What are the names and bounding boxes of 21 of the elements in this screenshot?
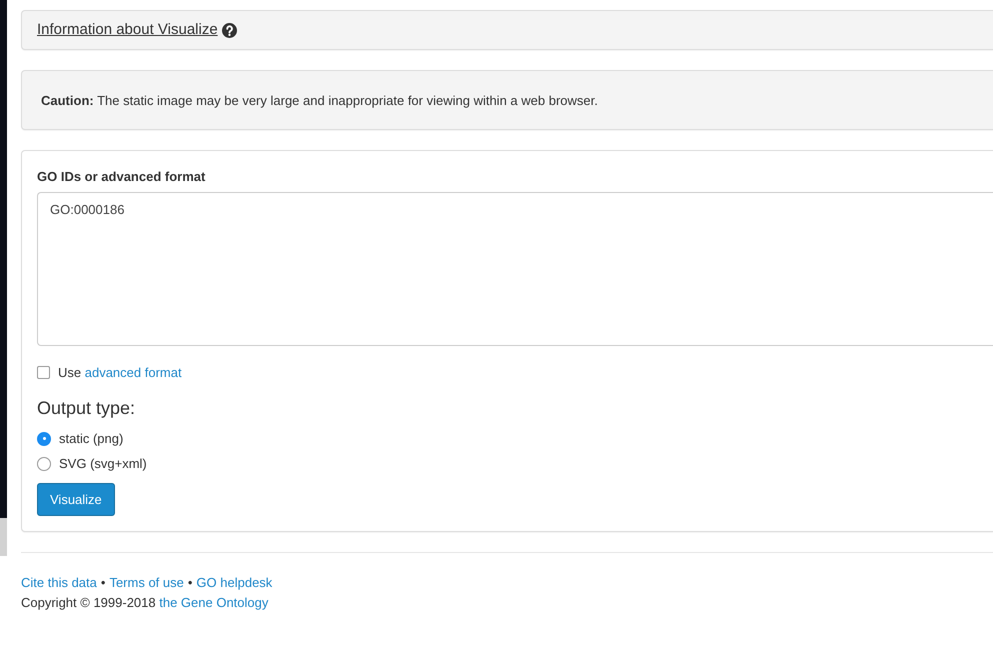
advanced-format-link[interactable]: advanced format [84, 364, 182, 380]
bullet-separator: • [188, 574, 192, 592]
footer-link[interactable]: GO helpdesk [196, 573, 272, 593]
radio-button[interactable] [37, 456, 51, 470]
option-label: SVG (svg+xml) [59, 456, 147, 471]
footer-link[interactable]: Cite this data [21, 573, 97, 593]
radio-button[interactable] [37, 432, 51, 446]
bullet-separator: • [100, 574, 106, 592]
visualize-button[interactable]: Visualize [37, 483, 115, 516]
help-icon[interactable] [222, 22, 237, 38]
footer-link[interactable]: Terms of use [109, 573, 184, 593]
go-ids-field[interactable]: GO:0000186 [37, 192, 993, 346]
copyright-text: Copyright © 1999-2018 the Gene Ontology [21, 594, 270, 612]
input-label: GO IDs or advanced format [37, 168, 206, 186]
caution-text: Caution: The static image may be very large and inappropriate for viewing within a web browser. [41, 92, 598, 108]
gene-ontology-link[interactable]: the Gene Ontology [159, 595, 268, 610]
output-type-heading: Output type: [37, 397, 136, 419]
checkbox-label: Use advanced format [58, 364, 182, 380]
checkbox[interactable] [37, 366, 50, 378]
option-label: static (png) [59, 431, 124, 446]
info-link[interactable]: Information about Visualize [37, 21, 218, 39]
